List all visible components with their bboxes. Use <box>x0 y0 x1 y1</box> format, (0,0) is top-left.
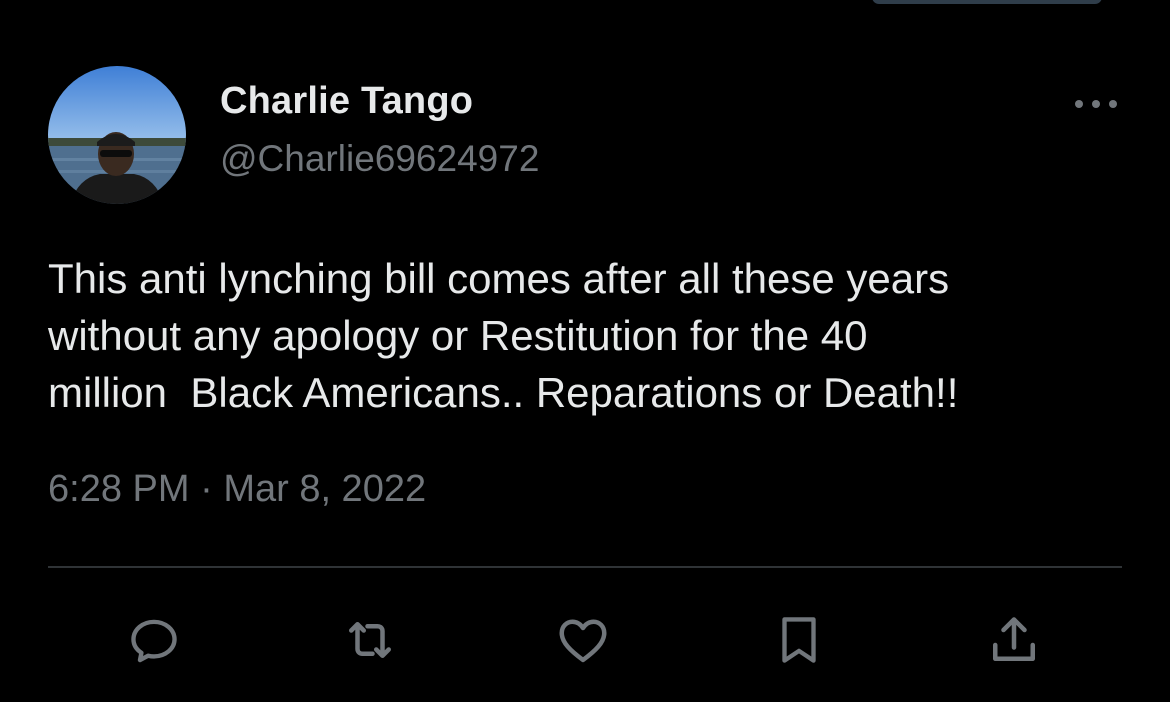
retweet-button[interactable] <box>340 610 400 670</box>
top-pill-button[interactable] <box>872 0 1102 4</box>
display-name[interactable]: Charlie Tango <box>220 80 473 123</box>
tweet-date[interactable]: Mar 8, 2022 <box>223 468 426 510</box>
tweet-timestamp: 6:28 PM · Mar 8, 2022 <box>48 468 426 511</box>
user-handle[interactable]: @Charlie69624972 <box>220 138 539 180</box>
more-horizontal-icon[interactable] <box>1072 92 1122 116</box>
reply-icon <box>131 619 177 663</box>
bookmark-button[interactable] <box>769 610 829 670</box>
tweet-text: This anti lynching bill comes after all … <box>48 255 959 416</box>
bookmark-icon <box>782 617 816 663</box>
avatar[interactable] <box>48 66 186 204</box>
tweet-time[interactable]: 6:28 PM <box>48 468 190 510</box>
timestamp-separator: · <box>200 468 213 510</box>
retweet-icon <box>349 622 391 658</box>
reply-button[interactable] <box>124 610 184 670</box>
avatar-photo <box>48 66 186 204</box>
share-icon <box>993 617 1035 661</box>
like-button[interactable] <box>553 610 613 670</box>
share-button[interactable] <box>984 610 1044 670</box>
divider <box>48 566 1122 568</box>
heart-icon <box>559 619 607 663</box>
